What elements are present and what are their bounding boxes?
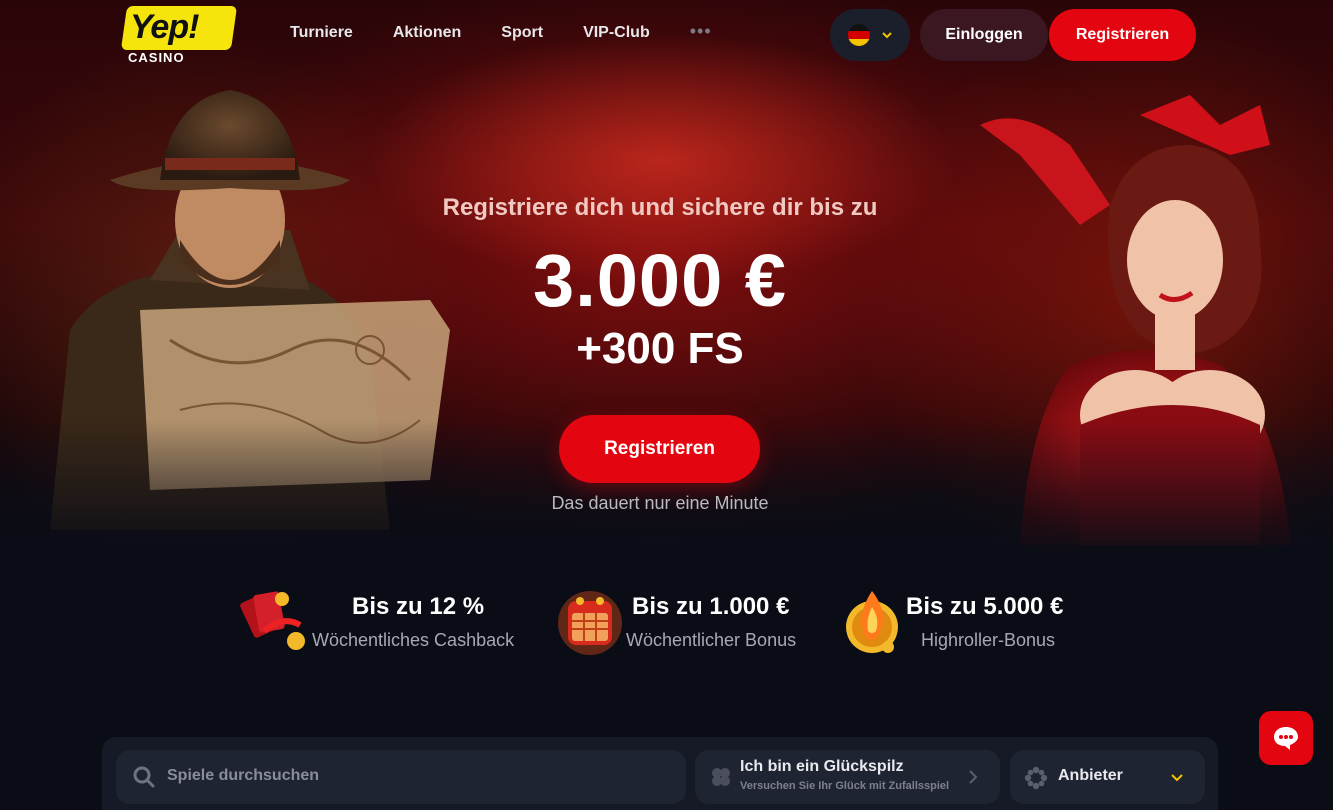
search-placeholder: Spiele durchsuchen	[167, 767, 320, 784]
perk-cashback-desc: Wöchentliches Cashback	[312, 630, 515, 650]
register-button-header[interactable]: Registrieren	[1049, 9, 1196, 61]
main-nav: Turniere Aktionen Sport VIP-Club •••	[290, 22, 712, 42]
logo-subtitle: CASINO	[128, 50, 185, 65]
perk-cashback: Bis zu 12 % Wöchentliches Cashback	[240, 585, 540, 665]
perk-weekly-bonus-desc: Wöchentlicher Bonus	[626, 630, 797, 650]
chat-bubble-icon	[1274, 727, 1298, 750]
calendar-bonus-icon	[558, 591, 622, 655]
hero-bonus-amount: 3.000 €	[533, 239, 787, 322]
register-button-hero[interactable]: Registrieren	[559, 415, 760, 483]
nav-item-vip-club[interactable]: VIP-Club	[583, 24, 650, 42]
perk-weekly-bonus-title: Bis zu 1.000 €	[632, 593, 790, 620]
flame-gem-icon	[846, 591, 898, 653]
live-chat-button[interactable]	[1259, 711, 1313, 765]
providers-grid-icon	[1024, 766, 1048, 790]
hero-note: Das dauert nur eine Minute	[551, 493, 769, 513]
top-navigation: Yep! CASINO Turniere Aktionen Sport VIP-…	[0, 0, 1333, 70]
nav-item-turniere[interactable]: Turniere	[290, 24, 353, 42]
provider-label: Anbieter	[1058, 767, 1123, 784]
flag-de-icon	[848, 24, 870, 46]
nav-item-sport[interactable]: Sport	[501, 24, 543, 42]
random-game-title: Ich bin ein Glückspilz	[740, 758, 904, 775]
logo-text: Yep!	[130, 8, 199, 46]
random-game-subtitle: Versuchen Sie Ihr Glück mit Zufallsspiel	[740, 780, 950, 792]
language-selector[interactable]	[830, 9, 910, 61]
cashback-cards-icon	[240, 591, 305, 650]
nav-item-aktionen[interactable]: Aktionen	[393, 24, 461, 42]
perk-weekly-bonus: Bis zu 1.000 € Wöchentlicher Bonus	[554, 585, 814, 665]
search-icon	[133, 766, 155, 788]
chevron-down-icon	[1171, 774, 1183, 782]
perk-highroller-title: Bis zu 5.000 €	[906, 593, 1064, 620]
chevron-right-icon	[969, 770, 978, 784]
chevron-down-icon	[882, 32, 892, 39]
more-menu-icon[interactable]: •••	[690, 22, 712, 42]
hero-free-spins: +300 FS	[576, 324, 744, 373]
perk-highroller-desc: Highroller-Bonus	[921, 630, 1056, 650]
perk-highroller: Bis zu 5.000 € Highroller-Bonus	[838, 585, 1098, 665]
login-button[interactable]: Einloggen	[920, 9, 1048, 61]
perk-cashback-title: Bis zu 12 %	[352, 593, 485, 620]
yep-casino-logo[interactable]: Yep! CASINO	[120, 6, 238, 66]
clover-icon	[712, 768, 730, 786]
hero-subtitle: Registriere dich und sichere dir bis zu	[442, 194, 878, 221]
